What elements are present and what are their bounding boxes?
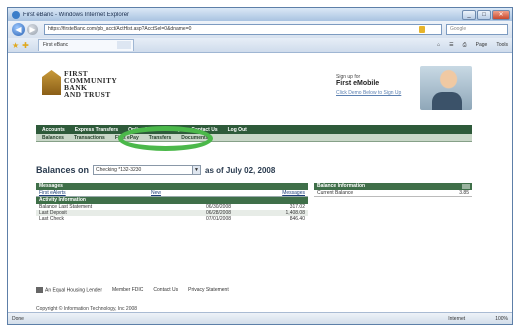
ie-logo-icon (12, 10, 20, 19)
current-balance-row: Current Balance 3.85 (314, 190, 472, 197)
messages-panel: Messages First eAlerts New Messages Acti… (36, 183, 308, 222)
balances-row: Balances on Checking *132-3230 ▼ as of J… (36, 165, 275, 175)
new-link[interactable]: New (151, 190, 271, 196)
favorites-star-icon[interactable]: ★ (12, 41, 19, 50)
account-select-value: Checking *132-3230 (96, 167, 142, 173)
tab-label: First eBanc (42, 42, 69, 48)
nav-accounts[interactable]: Accounts (42, 127, 65, 133)
messages-columns: First eAlerts New Messages (36, 190, 308, 197)
promo-photo (420, 66, 472, 110)
search-input[interactable]: Google (446, 24, 508, 35)
current-balance-label: Current Balance (317, 190, 354, 196)
browser-window: First eBanc - Windows Internet Explorer … (7, 7, 513, 325)
window-title: First eBanc - Windows Internet Explorer (23, 11, 130, 18)
nav-express-transfers[interactable]: Express Transfers (75, 127, 118, 133)
nav-log-out[interactable]: Log Out (228, 127, 247, 133)
maximize-button[interactable]: □ (477, 9, 491, 20)
print-icon[interactable]: ⎙ (463, 42, 467, 48)
messages-header: Messages (36, 183, 308, 190)
bank-header: FIRST COMMUNITY BANK AND TRUST Sign up f… (36, 66, 472, 124)
security-zone: Internet (448, 315, 466, 322)
main-nav: Accounts Express Transfers Online Forms … (36, 125, 472, 134)
emobile-promo: Sign up for First eMobile Click Demo Bel… (336, 74, 416, 96)
equal-housing-icon (36, 287, 43, 293)
balance-header: Balance Information (314, 183, 472, 190)
current-balance-value: 3.85 (459, 190, 469, 196)
minimize-button[interactable]: _ (462, 9, 476, 20)
balances-label: Balances on (36, 165, 90, 175)
bank-logo[interactable]: FIRST COMMUNITY BANK AND TRUST (42, 70, 117, 98)
status-text: Done (12, 315, 24, 322)
add-favorite-icon[interactable]: ✚ (22, 41, 29, 50)
table-row: Last Check 07/01/2008 846.40 (36, 216, 308, 222)
balance-header-text: Balance Information (317, 183, 366, 189)
chevron-down-icon[interactable]: ▼ (192, 166, 201, 174)
window-controls: _ □ ✕ (461, 9, 510, 20)
footer-links: An Equal Housing Lender Member FDIC Cont… (36, 287, 239, 293)
activity-header: Activity Information (36, 197, 308, 204)
messages-link[interactable]: Messages (271, 190, 308, 196)
back-button[interactable]: ◀ (12, 23, 25, 36)
row-label: Last Check (39, 216, 65, 222)
contact-us-link[interactable]: Contact Us (153, 287, 178, 293)
equal-housing-link[interactable]: An Equal Housing Lender (36, 287, 102, 293)
bank-name: FIRST COMMUNITY BANK AND TRUST (64, 70, 117, 99)
account-select[interactable]: Checking *132-3230 ▼ (93, 165, 202, 175)
sub-nav: Balances Transactions First ePay Transfe… (36, 134, 472, 142)
promo-title: First eMobile (336, 80, 380, 87)
command-bar: ⌂ ☰ ⎙ Page Tools (428, 42, 508, 48)
as-of-date: as of July 02, 2008 (205, 165, 276, 175)
lock-icon (419, 26, 425, 33)
url-text: https://firsteBanc.com/pb_acct/ActHist.a… (48, 26, 192, 32)
address-bar: ◀ ▶ https://firsteBanc.com/pb_acct/ActHi… (8, 21, 512, 38)
equal-housing-text: An Equal Housing Lender (45, 287, 102, 294)
url-field[interactable]: https://firsteBanc.com/pb_acct/ActHist.a… (44, 24, 442, 35)
row-amount: 846.40 (289, 216, 305, 222)
collapse-icon[interactable] (462, 184, 470, 189)
logo-line-4: AND TRUST (64, 90, 111, 99)
title-bar: First eBanc - Windows Internet Explorer … (8, 8, 512, 21)
highlight-circle (118, 126, 213, 151)
promo-link[interactable]: Click Demo Below to Sign Up (336, 90, 416, 96)
subnav-balances[interactable]: Balances (42, 135, 64, 141)
new-tab-button[interactable] (116, 41, 131, 49)
tab-first-ebanc[interactable]: First eBanc (37, 39, 134, 51)
status-bar: Done Internet 100% (8, 312, 512, 324)
tools-menu[interactable]: Tools (496, 42, 508, 48)
row-date: 07/01/2008 (206, 216, 232, 222)
home-icon[interactable]: ⌂ (437, 42, 440, 48)
bank-building-icon (42, 70, 61, 95)
member-fdic-link[interactable]: Member FDIC (112, 287, 143, 293)
first-ealerts-link[interactable]: First eAlerts (36, 190, 151, 196)
tab-bar: ★ ✚ First eBanc ⌂ ☰ ⎙ Page Tools (8, 38, 512, 53)
feeds-icon[interactable]: ☰ (449, 42, 453, 48)
forward-button[interactable]: ▶ (27, 24, 38, 35)
page-menu[interactable]: Page (476, 42, 488, 48)
close-button[interactable]: ✕ (492, 9, 510, 20)
privacy-statement-link[interactable]: Privacy Statement (188, 287, 229, 293)
balance-panel: Balance Information Current Balance 3.85 (314, 183, 472, 197)
zoom-level[interactable]: 100% (495, 316, 508, 322)
subnav-transactions[interactable]: Transactions (74, 135, 105, 141)
page-content: FIRST COMMUNITY BANK AND TRUST Sign up f… (8, 54, 512, 314)
